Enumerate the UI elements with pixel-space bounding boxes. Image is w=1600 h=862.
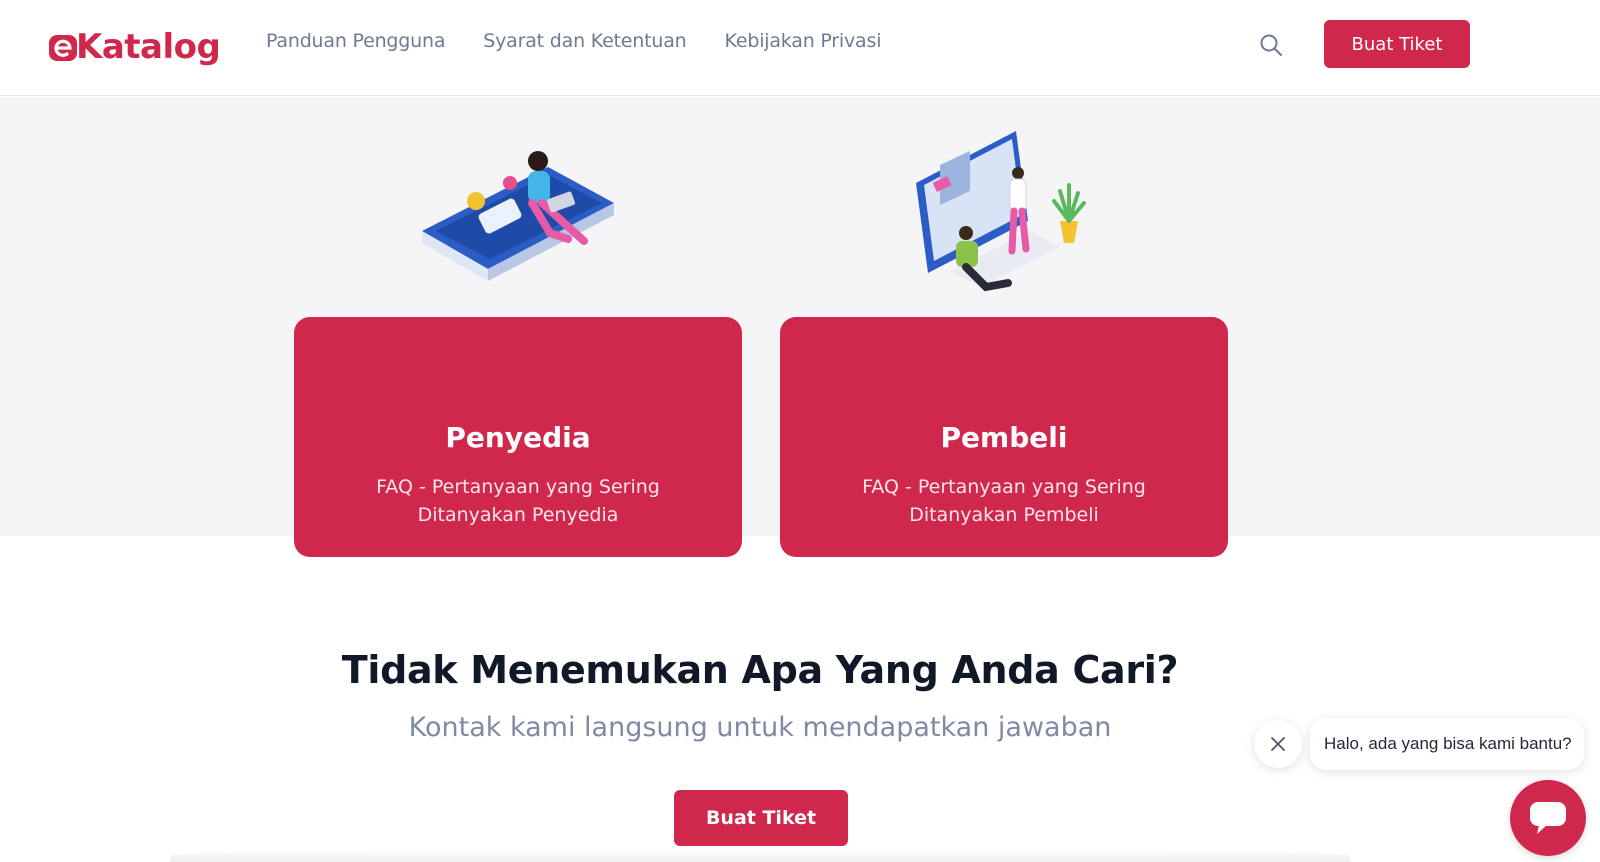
logo-e-mark-icon: [49, 35, 77, 61]
faq-categories-section: Penyedia FAQ - Pertanyaan yang Sering Di…: [0, 97, 1600, 557]
ekatalog-logo[interactable]: Katalog: [48, 22, 221, 72]
chat-greeting-bubble[interactable]: Halo, ada yang bisa kami bantu?: [1310, 718, 1584, 770]
nav-kebijakan-privasi[interactable]: Kebijakan Privasi: [725, 30, 882, 52]
close-icon: [1271, 737, 1285, 751]
nav-syarat-dan-ketentuan[interactable]: Syarat dan Ketentuan: [483, 30, 686, 52]
chat-dismiss-button[interactable]: [1254, 720, 1302, 768]
nav-panduan-pengguna[interactable]: Panduan Pengguna: [266, 30, 445, 52]
footer-edge: [170, 848, 1350, 862]
chat-icon: [1530, 802, 1566, 834]
site-header: Katalog Panduan Pengguna Syarat dan Kete…: [0, 0, 1600, 96]
card-description: FAQ - Pertanyaan yang Sering Ditanyakan …: [862, 476, 1146, 526]
woman-on-phone-illustration: [422, 151, 614, 281]
card-title: Penyedia: [445, 421, 591, 454]
header-buat-tiket-button[interactable]: Buat Tiket: [1324, 20, 1470, 68]
chat-greeting-text: Halo, ada yang bisa kami bantu?: [1324, 734, 1572, 753]
card-title: Pembeli: [940, 421, 1068, 454]
card-description: FAQ - Pertanyaan yang Sering Ditanyakan …: [376, 476, 660, 526]
card-penyedia[interactable]: Penyedia FAQ - Pertanyaan yang Sering Di…: [294, 317, 742, 557]
contact-buat-tiket-button[interactable]: Buat Tiket: [674, 790, 848, 846]
contact-title: Tidak Menemukan Apa Yang Anda Cari?: [341, 648, 1179, 692]
main-nav: Panduan Pengguna Syarat dan Ketentuan Ke…: [266, 30, 881, 52]
card-pembeli[interactable]: Pembeli FAQ - Pertanyaan yang Sering Dit…: [780, 317, 1228, 557]
search-icon[interactable]: [1258, 32, 1284, 58]
logo-text: Katalog: [76, 27, 221, 67]
people-at-monitor-illustration: [916, 131, 1086, 292]
chat-launcher-button[interactable]: [1510, 780, 1586, 856]
